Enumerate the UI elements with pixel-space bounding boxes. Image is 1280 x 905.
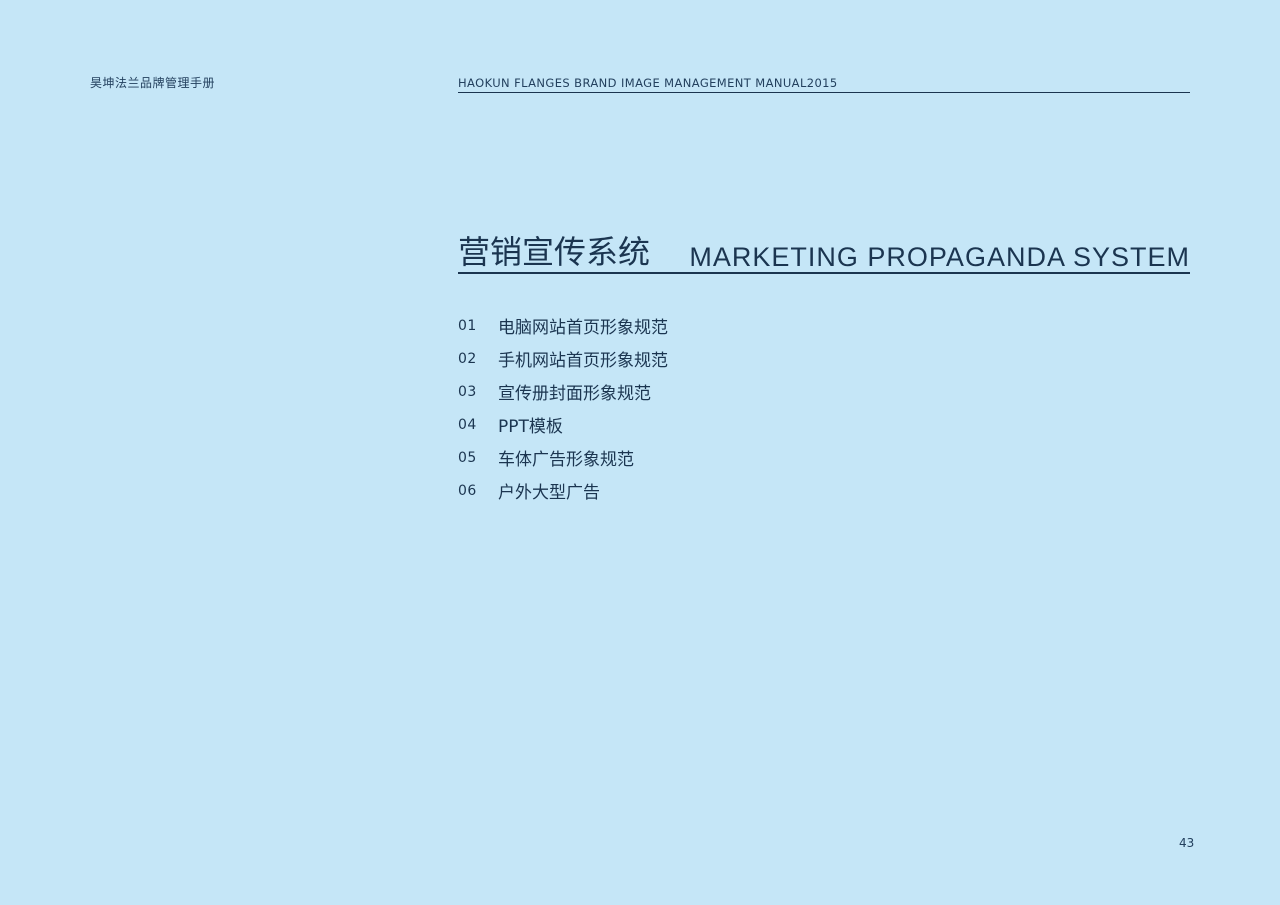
toc-item-03: 03 宣传册封面形象规范: [458, 375, 668, 408]
manual-title-en: HAOKUN FLANGES BRAND IMAGE MANAGEMENT MA…: [458, 76, 1190, 93]
section-title-cn: 营销宣传系统: [458, 233, 651, 271]
toc-number: 04: [458, 416, 477, 433]
toc-item-06: 06 户外大型广告: [458, 474, 668, 507]
toc-label: 户外大型广告: [498, 483, 600, 503]
toc-number: 06: [458, 482, 477, 499]
manual-title-cn: 昊坤法兰品牌管理手册: [90, 76, 216, 90]
section-title-en: MARKETING PROPAGANDA SYSTEM: [689, 242, 1190, 272]
toc-label: 手机网站首页形象规范: [498, 351, 668, 371]
toc-number: 05: [458, 449, 477, 466]
toc-item-01: 01 电脑网站首页形象规范: [458, 309, 668, 342]
section-heading: 营销宣传系统 MARKETING PROPAGANDA SYSTEM: [458, 232, 1190, 274]
toc-number: 03: [458, 383, 477, 400]
page-number: 43: [1179, 836, 1195, 850]
toc-item-05: 05 车体广告形象规范: [458, 441, 668, 474]
toc-item-02: 02 手机网站首页形象规范: [458, 342, 668, 375]
toc-label: 电脑网站首页形象规范: [498, 318, 668, 338]
toc-label: 宣传册封面形象规范: [498, 384, 651, 404]
toc-number: 02: [458, 350, 477, 367]
toc-label: PPT模板: [498, 417, 563, 437]
toc-number: 01: [458, 317, 477, 334]
toc-label: 车体广告形象规范: [498, 450, 634, 470]
toc-item-04: 04 PPT模板: [458, 408, 668, 441]
table-of-contents: 01 电脑网站首页形象规范 02 手机网站首页形象规范 03 宣传册封面形象规范…: [458, 309, 668, 507]
